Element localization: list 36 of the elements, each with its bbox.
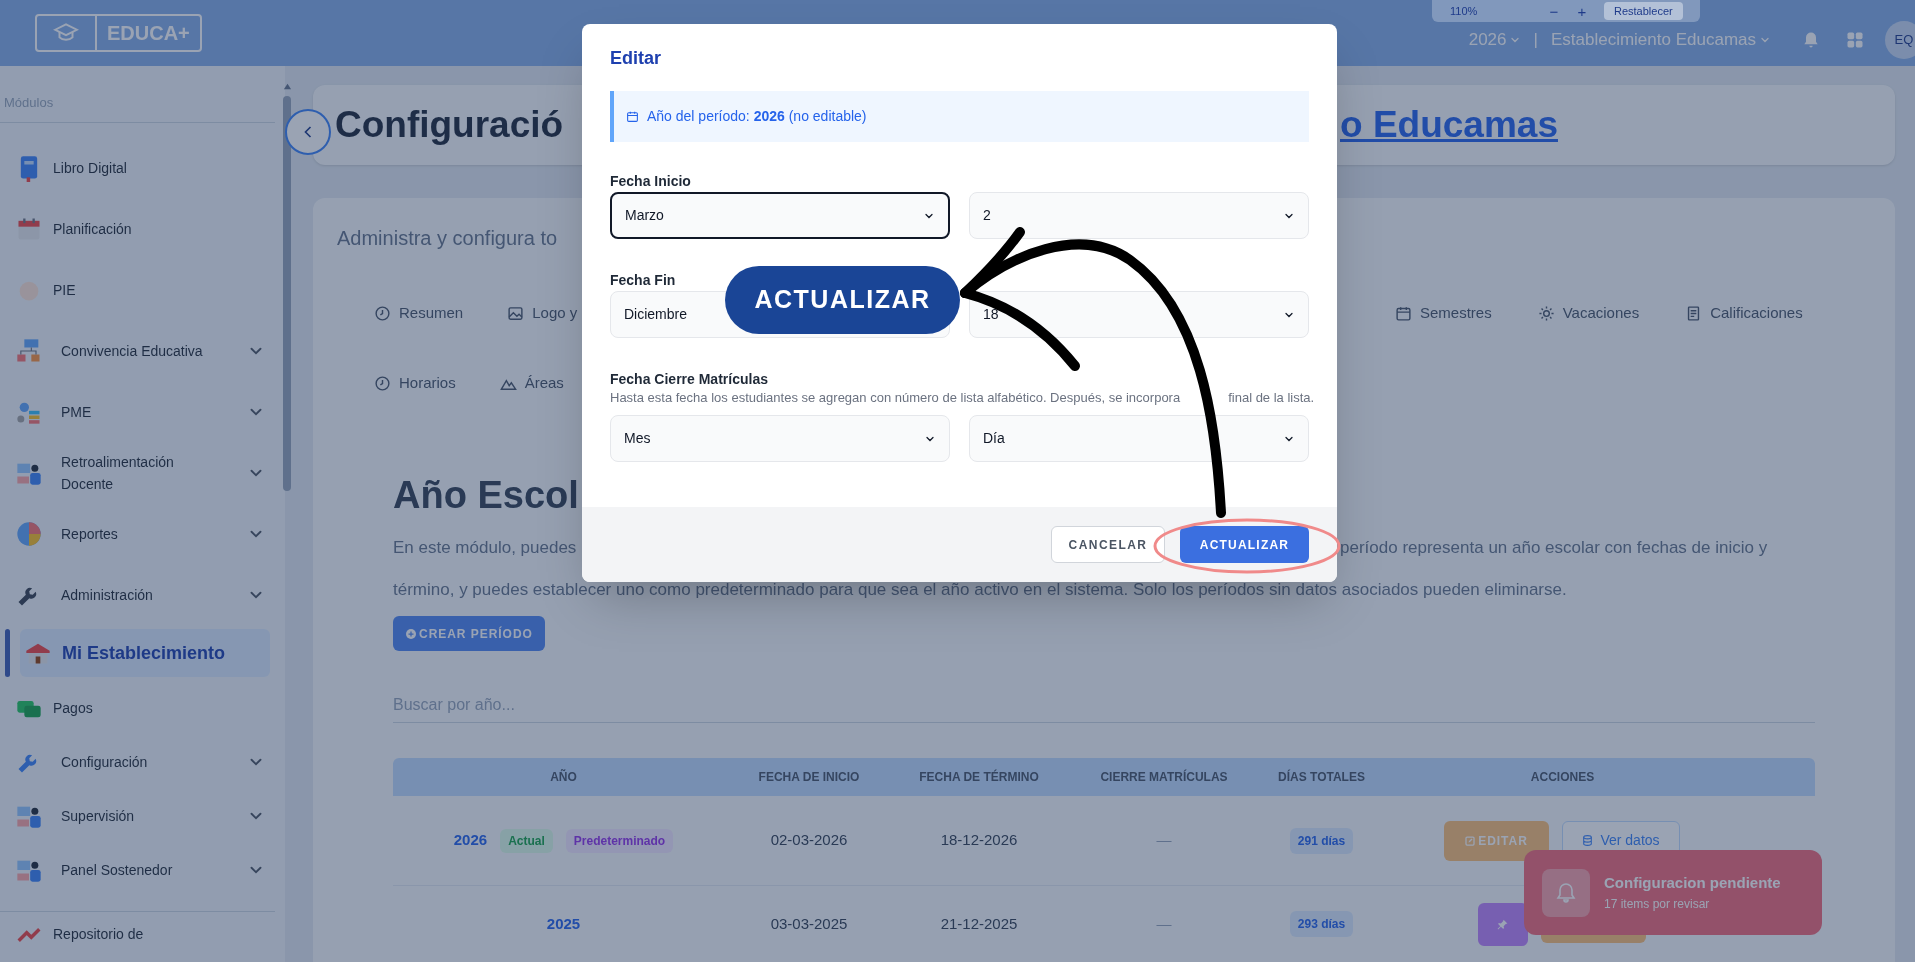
field-hint: Hasta esta fecha los estudiantes se agregan con número de lista alfabético. Después, se incorpora bbox=[610, 390, 1181, 406]
column-header: ACCIONES bbox=[1529, 769, 1596, 786]
dialog-title: Editar bbox=[609, 47, 662, 70]
toast-subtitle: 17 items por revisar bbox=[1604, 895, 1711, 913]
status-badge: Predeterminado bbox=[565, 828, 674, 853]
callout-tooltip: ACTUALIZAR bbox=[725, 266, 960, 334]
field-hint: final de la lista. bbox=[1228, 390, 1315, 406]
section-title: Año Escol bbox=[393, 473, 580, 518]
separator: | bbox=[1533, 29, 1538, 52]
page-title: o Educamas bbox=[1340, 103, 1558, 148]
toast-title: Configuracion pendiente bbox=[1604, 873, 1781, 894]
column-header: DÍAS TOTALES bbox=[1277, 768, 1366, 786]
table-cell-text: 18-12-2026 bbox=[939, 830, 1019, 851]
page-title: Configuració bbox=[335, 103, 565, 148]
column-header: FECHA DE INICIO bbox=[757, 769, 861, 786]
column-header: CIERRE MATRÍCULAS bbox=[1099, 768, 1229, 786]
description: Administra y configura to bbox=[337, 226, 558, 251]
days-badge: 293 días bbox=[1289, 911, 1354, 937]
column-header: AÑO bbox=[549, 768, 578, 786]
table-cell-text: 02-03-2026 bbox=[769, 830, 849, 851]
table-cell-text: 21-12-2025 bbox=[939, 913, 1019, 934]
paragraph: término, y puedes establecer uno como predeterminado para que sea el año activo en el sistema. Solo los períodos sin datos asociados pueden eliminarse. bbox=[393, 579, 1567, 601]
paragraph: período representa un año escolar con fechas de inicio y bbox=[1340, 537, 1768, 559]
logo-text: EDUCA+ bbox=[106, 21, 191, 46]
status-badge: Actual bbox=[500, 828, 553, 853]
days-badge: 291 días bbox=[1289, 827, 1354, 854]
zoom-value: 110% bbox=[1450, 3, 1479, 19]
field-label: Fecha Cierre Matrículas bbox=[610, 370, 769, 389]
table-cell-text: — bbox=[1155, 830, 1173, 851]
field-label: Fecha Inicio bbox=[610, 172, 692, 191]
table-cell-text: 03-03-2025 bbox=[769, 913, 849, 934]
table-cell-text: — bbox=[1155, 913, 1173, 934]
field-label: Fecha Fin bbox=[610, 271, 677, 290]
paragraph: En este módulo, puedes bbox=[393, 538, 577, 557]
info-text: Año del período: 2026 (no editable) bbox=[647, 107, 867, 126]
column-header: FECHA DE TÉRMINO bbox=[918, 768, 1040, 786]
